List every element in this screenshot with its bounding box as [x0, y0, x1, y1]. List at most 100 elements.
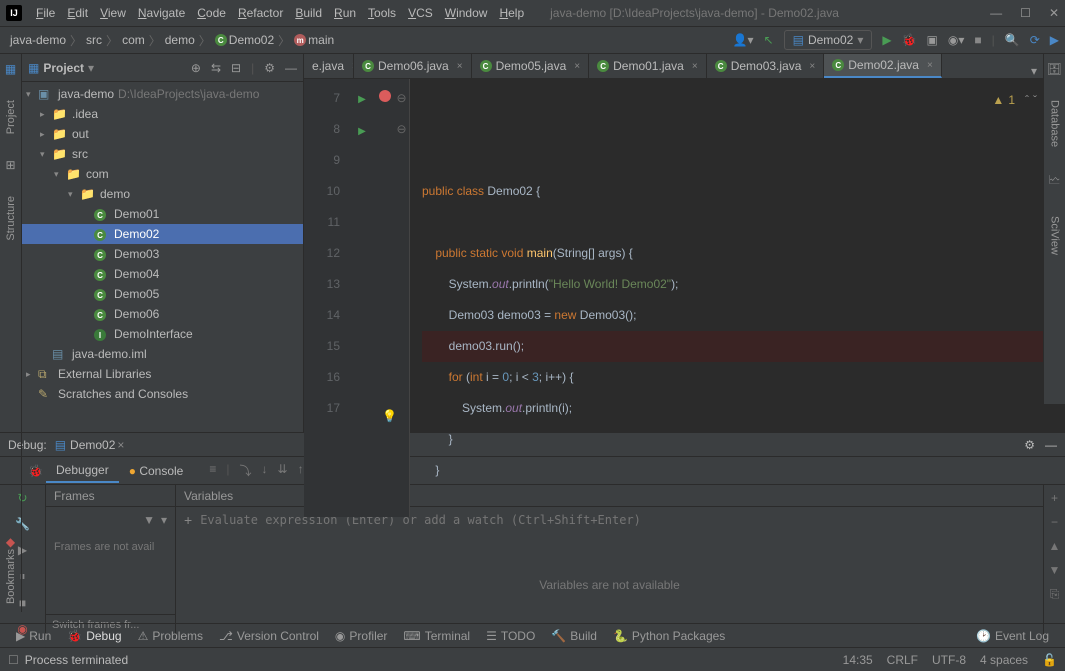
tree-class-demo01[interactable]: CDemo01 — [22, 204, 303, 224]
tree-class-demo04[interactable]: CDemo04 — [22, 264, 303, 284]
menu-file[interactable]: File — [30, 3, 61, 23]
breakpoint-gutter[interactable] — [376, 79, 394, 517]
sciview-tool-icon[interactable]: 🗠 — [1048, 171, 1060, 192]
tree-com[interactable]: ▾📁com — [22, 164, 303, 184]
step-into-icon[interactable]: ↓ — [262, 462, 268, 479]
project-tool-icon[interactable]: ▦ — [5, 62, 16, 76]
bottom-tab-version-control[interactable]: ⎇Version Control — [211, 629, 327, 643]
close-icon[interactable]: ✕ — [1049, 6, 1059, 20]
menu-view[interactable]: View — [94, 3, 132, 23]
tree-class-demo05[interactable]: CDemo05 — [22, 284, 303, 304]
status-icon[interactable]: ☐ — [8, 653, 19, 667]
menu-code[interactable]: Code — [191, 3, 232, 23]
force-step-icon[interactable]: ⇊ — [278, 462, 288, 479]
side-tab-sciview[interactable]: SciView — [1049, 216, 1061, 255]
bookmarks-tool-icon[interactable]: ◆ — [6, 535, 15, 549]
crumb-demo02[interactable]: Demo02 — [229, 33, 274, 47]
run-icon[interactable]: ▶ — [882, 33, 891, 47]
crumb-com[interactable]: com — [122, 33, 145, 47]
sync-icon[interactable]: ⟳ — [1030, 33, 1040, 47]
bottom-tab-build[interactable]: 🔨Build — [543, 629, 605, 643]
expand-icon[interactable]: ⇆ — [211, 61, 221, 75]
tree-class-demo06[interactable]: CDemo06 — [22, 304, 303, 324]
crumb-src[interactable]: src — [86, 33, 102, 47]
side-tab-project[interactable]: Project — [5, 100, 17, 134]
select-file-icon[interactable]: ⊕ — [191, 61, 201, 75]
tree-interface[interactable]: IDemoInterface — [22, 324, 303, 344]
editor-tab-e[interactable]: e.java× — [304, 54, 354, 78]
crumb-java-demo[interactable]: java-demo — [10, 33, 66, 47]
code-editor[interactable]: 7891011121314151617 ▶▶ ⊖⊖ ▲1 ˆˇ public c… — [304, 79, 1065, 517]
menu-refactor[interactable]: Refactor — [232, 3, 289, 23]
tree-class-demo03[interactable]: CDemo03 — [22, 244, 303, 264]
collapse-icon[interactable]: ⊟ — [231, 61, 241, 75]
code-content[interactable]: ▲1 ˆˇ public class Demo02 { public stati… — [410, 79, 1065, 517]
menu-window[interactable]: Window — [439, 3, 494, 23]
editor-tab-demo05[interactable]: C Demo05.java× — [472, 54, 590, 78]
line-ending[interactable]: CRLF — [887, 653, 918, 667]
fold-gutter[interactable]: ⊖⊖ — [394, 79, 410, 517]
tree-iml[interactable]: ▤java-demo.iml — [22, 344, 303, 364]
tab-console[interactable]: ● Console — [119, 460, 194, 482]
editor-tab-demo03[interactable]: C Demo03.java× — [707, 54, 825, 78]
tab-debugger[interactable]: Debugger — [46, 459, 119, 483]
side-tab-bookmarks[interactable]: Bookmarks — [5, 549, 17, 604]
tree-out[interactable]: ▸📁out — [22, 124, 303, 144]
side-tab-structure[interactable]: Structure — [5, 196, 17, 241]
back-arrow-icon[interactable]: ↖ — [764, 33, 774, 47]
tree-class-demo02[interactable]: CDemo02 — [22, 224, 303, 244]
filter-icon[interactable]: ▼ — [143, 513, 155, 527]
menu-run[interactable]: Run — [328, 3, 362, 23]
side-tab-database[interactable]: Database — [1049, 100, 1061, 147]
bottom-tab-profiler[interactable]: ◉Profiler — [327, 629, 396, 643]
tree-scratches[interactable]: ✎Scratches and Consoles — [22, 384, 303, 404]
project-view-icon[interactable]: ▦ — [28, 61, 39, 75]
editor-tab-demo06[interactable]: C Demo06.java× — [354, 54, 472, 78]
bottom-tab-run[interactable]: ▶Run — [8, 629, 59, 643]
caret-position[interactable]: 14:35 — [843, 653, 873, 667]
menu-navigate[interactable]: Navigate — [132, 3, 191, 23]
tree-root[interactable]: ▾▣java-demoD:\IdeaProjects\java-demo — [22, 84, 303, 104]
settings-icon[interactable]: ⚙ — [264, 61, 275, 75]
search-icon[interactable]: 🔍 — [1005, 33, 1020, 47]
frames-dropdown-icon[interactable]: ▾ — [161, 513, 167, 527]
remove-icon[interactable]: − — [1051, 515, 1058, 529]
crumb-demo[interactable]: demo — [165, 33, 195, 47]
tree-idea[interactable]: ▸📁.idea — [22, 104, 303, 124]
add-watch-icon[interactable]: + — [184, 512, 192, 528]
menu-build[interactable]: Build — [289, 3, 328, 23]
project-tree[interactable]: ▾▣java-demoD:\IdeaProjects\java-demo▸📁.i… — [22, 82, 303, 432]
encoding[interactable]: UTF-8 — [932, 653, 966, 667]
run-gutter[interactable]: ▶▶ — [348, 79, 376, 517]
step-layout-icon[interactable]: ≡ — [209, 462, 216, 479]
hide-icon[interactable]: — — [285, 61, 297, 75]
debug-icon[interactable]: 🐞 — [902, 33, 917, 47]
minimize-icon[interactable]: — — [990, 6, 1002, 20]
bottom-tab-terminal[interactable]: ⌨Terminal — [395, 629, 478, 643]
structure-tool-icon[interactable]: ⊞ — [5, 158, 15, 172]
inspection-indicator[interactable]: ▲1 ˆˇ — [992, 85, 1037, 116]
menu-tools[interactable]: Tools — [362, 3, 402, 23]
menu-edit[interactable]: Edit — [61, 3, 94, 23]
copy-icon[interactable]: ⎘ — [1050, 587, 1060, 602]
bottom-tab-python-packages[interactable]: 🐍Python Packages — [605, 629, 733, 643]
database-tool-icon[interactable]: 🗄 — [1047, 62, 1062, 76]
bottom-tab-todo[interactable]: ☰TODO — [478, 629, 543, 643]
bottom-tab-debug[interactable]: 🐞Debug — [59, 629, 129, 643]
tree-src[interactable]: ▾📁src — [22, 144, 303, 164]
profile-icon[interactable]: ◉▾ — [948, 33, 965, 47]
editor-tab-demo02[interactable]: C Demo02.java× — [824, 54, 942, 78]
bottom-tab-problems[interactable]: ⚠Problems — [130, 629, 211, 643]
menu-help[interactable]: Help — [493, 3, 530, 23]
tab-dropdown-icon[interactable]: ▾ — [1031, 64, 1037, 78]
tree-external[interactable]: ▸⧉External Libraries — [22, 364, 303, 384]
readonly-icon[interactable]: 🔓 — [1042, 653, 1057, 667]
stop-icon[interactable]: ■ — [974, 33, 981, 47]
indent[interactable]: 4 spaces — [980, 653, 1028, 667]
maximize-icon[interactable]: ☐ — [1020, 6, 1031, 20]
add-user-icon[interactable]: 👤▾ — [733, 33, 754, 47]
menu-vcs[interactable]: VCS — [402, 3, 439, 23]
step-over-icon[interactable]: ⤵ — [239, 462, 251, 479]
breadcrumbs[interactable]: java-demo〉src〉com〉demo〉C Demo02〉m main — [6, 32, 338, 49]
tree-demo[interactable]: ▾📁demo — [22, 184, 303, 204]
